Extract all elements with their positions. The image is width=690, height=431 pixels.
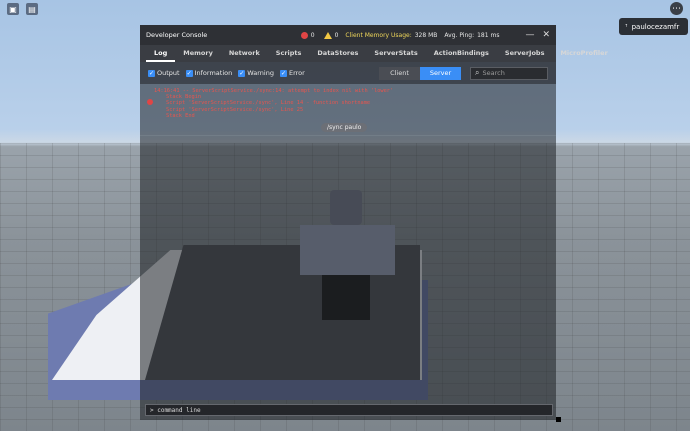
warning-count-icon [323, 31, 332, 39]
tab-serverstats[interactable]: ServerStats [366, 45, 425, 62]
client-server-toggle: Client Server [379, 66, 461, 80]
ping-label: Avg. Ping: [444, 31, 475, 39]
tab-log[interactable]: Log [146, 45, 176, 62]
warning-count: 0 [334, 31, 339, 39]
log-filters: ✓ Output ✓ Information ✓ Warning ✓ Error Cli… [140, 62, 556, 84]
filter-information[interactable]: ✓ Information [185, 69, 232, 77]
checkbox-icon[interactable]: ✓ [238, 69, 246, 77]
filter-error[interactable]: ✓ Error [279, 69, 305, 77]
tab-serverjobs[interactable]: ServerJobs [497, 45, 553, 62]
search-box[interactable]: ⌕ Search [470, 66, 548, 80]
chat-bubble: /sync paulo [321, 123, 368, 132]
checkbox-icon[interactable]: ✓ [148, 69, 155, 77]
filter-warning[interactable]: ✓ Warning [238, 69, 274, 77]
player-name: paulocezamfr [631, 22, 680, 31]
chat-divider [140, 135, 556, 136]
filter-output[interactable]: ✓ Output [148, 69, 180, 77]
console-stats: 0 0 Client Memory Usage: 328 MB Avg. Pin… [300, 31, 500, 39]
console-tabs: Log Memory Network Scripts DataStores Se… [140, 45, 608, 62]
search-icon: ⌕ [475, 68, 480, 77]
command-line-input[interactable]: > command line [145, 404, 553, 416]
developer-console: Developer Console 0 0 Client Memory Usag… [140, 25, 608, 422]
tab-datastores[interactable]: DataStores [309, 45, 366, 62]
error-count: 0 [310, 31, 315, 39]
tab-network[interactable]: Network [221, 45, 268, 62]
memory-label: Client Memory Usage: [345, 31, 412, 39]
tab-microprofiler[interactable]: MicroProfiler [552, 45, 615, 62]
chat-icon[interactable]: ▤ [26, 3, 38, 15]
checkbox-icon[interactable]: ✓ [185, 69, 193, 77]
server-button[interactable]: Server [420, 66, 461, 80]
more-options-icon[interactable]: ⋯ [670, 2, 683, 15]
checkbox-icon[interactable]: ✓ [279, 69, 287, 77]
roblox-menu-icon[interactable]: ▣ [7, 3, 19, 15]
log-line: Stack End [166, 112, 195, 119]
close-button[interactable]: ✕ [542, 30, 550, 40]
tab-actionbindings[interactable]: ActionBindings [426, 45, 497, 62]
memory-value: 328 MB [414, 31, 438, 39]
tab-memory[interactable]: Memory [175, 45, 221, 62]
player-badge[interactable]: ꜛ paulocezamfr [619, 18, 688, 35]
ping-value: 181 ms [477, 31, 500, 39]
player-status-icon: ꜛ [625, 22, 628, 31]
console-title: Developer Console [146, 31, 208, 39]
log-output[interactable]: 14:16:41 -- ServerScriptService./sync:14… [140, 84, 556, 123]
client-button[interactable]: Client [379, 66, 420, 80]
search-input[interactable]: Search [482, 69, 504, 77]
error-count-icon [300, 31, 308, 39]
console-titlebar[interactable]: Developer Console 0 0 Client Memory Usag… [140, 25, 556, 45]
resize-handle[interactable] [556, 417, 561, 422]
minimize-button[interactable]: — [525, 30, 534, 40]
tab-scripts[interactable]: Scripts [268, 45, 310, 62]
error-icon [147, 99, 153, 105]
